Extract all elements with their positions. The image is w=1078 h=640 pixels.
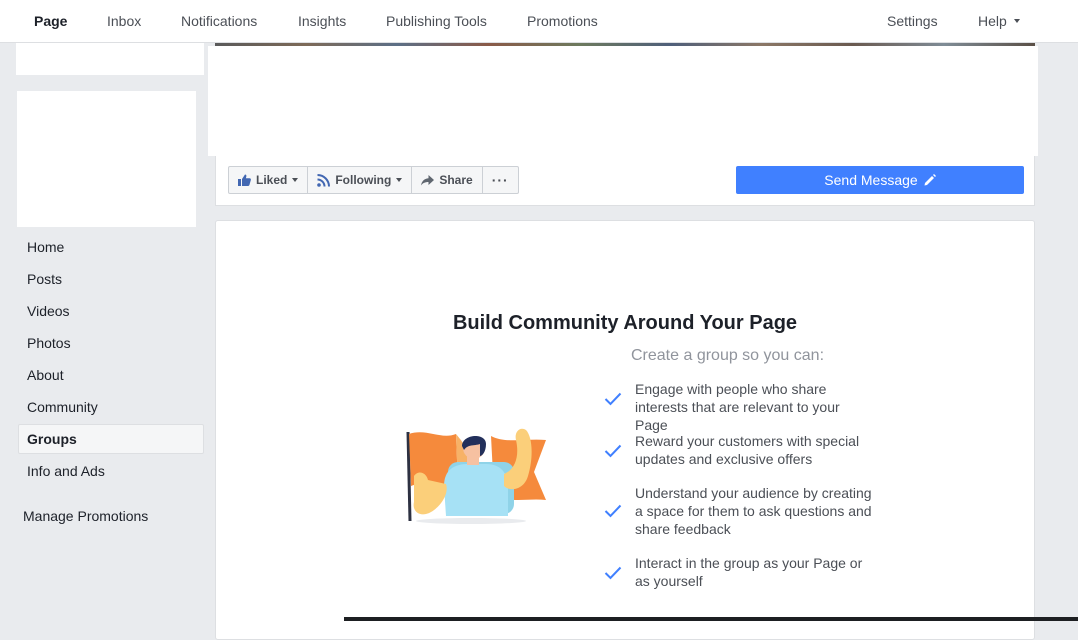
benefit-text: Understand your audience by creating a s… xyxy=(635,485,872,537)
liked-label: Liked xyxy=(256,173,288,187)
community-subtitle: Create a group so you can: xyxy=(631,347,825,364)
checkmark-icon xyxy=(604,504,622,518)
top-navigation: Page Inbox Notifications Insights Publis… xyxy=(0,0,1078,43)
nav-help-label: Help xyxy=(978,13,1007,29)
sidebar-item-community[interactable]: Community xyxy=(18,392,204,422)
nav-tab-publishing-tools[interactable]: Publishing Tools xyxy=(386,13,487,29)
left-top-panel xyxy=(16,43,204,75)
community-title: Build Community Around Your Page xyxy=(452,312,798,334)
benefit-item: Interact in the group as your Page or as… xyxy=(604,554,874,590)
thumbs-up-icon xyxy=(238,174,251,186)
checkmark-icon xyxy=(604,392,622,406)
sidebar-item-about[interactable]: About xyxy=(18,360,204,390)
sidebar-item-info-and-ads[interactable]: Info and Ads xyxy=(18,456,204,486)
checkmark-icon xyxy=(604,444,622,458)
sidebar-item-groups[interactable]: Groups xyxy=(18,424,204,454)
chevron-down-icon xyxy=(292,178,299,182)
bottom-bar xyxy=(344,617,1078,621)
nav-tab-inbox[interactable]: Inbox xyxy=(107,13,141,29)
following-label: Following xyxy=(335,173,392,187)
more-options-button[interactable]: ··· xyxy=(483,167,518,193)
chevron-down-icon xyxy=(396,178,403,182)
liked-button[interactable]: Liked xyxy=(229,167,309,193)
manage-promotions-link[interactable]: Manage Promotions xyxy=(23,508,148,524)
benefit-text: Interact in the group as your Page or as… xyxy=(635,555,863,589)
benefit-item: Understand your audience by creating a s… xyxy=(604,484,874,538)
nav-help[interactable]: Help xyxy=(978,13,1020,29)
share-arrow-icon xyxy=(421,174,435,185)
nav-tab-page[interactable]: Page xyxy=(34,13,67,29)
cover-area xyxy=(208,46,1038,156)
benefit-text: Reward your customers with special updat… xyxy=(635,433,860,467)
page-actions-group: Liked Following Share ··· xyxy=(228,166,519,194)
chevron-down-icon xyxy=(1013,19,1020,23)
send-message-label: Send Message xyxy=(824,172,918,188)
sidebar-item-posts[interactable]: Posts xyxy=(18,264,204,294)
rss-feed-icon xyxy=(317,173,331,187)
nav-tab-insights[interactable]: Insights xyxy=(298,13,346,29)
send-message-button[interactable]: Send Message xyxy=(736,166,1024,194)
benefit-item: Engage with people who share interests t… xyxy=(604,380,874,434)
share-label: Share xyxy=(439,173,473,187)
sidebar-navigation: Home Posts Videos Photos About Community… xyxy=(18,232,204,488)
sidebar-item-videos[interactable]: Videos xyxy=(18,296,204,326)
following-button[interactable]: Following xyxy=(308,167,413,193)
benefit-text: Engage with people who share interests t… xyxy=(635,381,840,433)
checkmark-icon xyxy=(604,566,622,580)
sidebar-item-photos[interactable]: Photos xyxy=(18,328,204,358)
page-profile-picture[interactable] xyxy=(17,91,196,227)
share-button[interactable]: Share xyxy=(412,167,483,193)
more-options-icon: ··· xyxy=(491,172,509,188)
nav-tab-notifications[interactable]: Notifications xyxy=(181,13,257,29)
page-action-bar: Liked Following Share ··· Send Message xyxy=(215,156,1035,206)
nav-settings[interactable]: Settings xyxy=(887,13,938,29)
pencil-icon xyxy=(924,174,936,186)
community-illustration xyxy=(396,426,566,531)
benefit-item: Reward your customers with special updat… xyxy=(604,432,874,468)
nav-tab-promotions[interactable]: Promotions xyxy=(527,13,598,29)
build-community-card: Build Community Around Your Page Create … xyxy=(215,220,1035,640)
sidebar-item-home[interactable]: Home xyxy=(18,232,204,262)
